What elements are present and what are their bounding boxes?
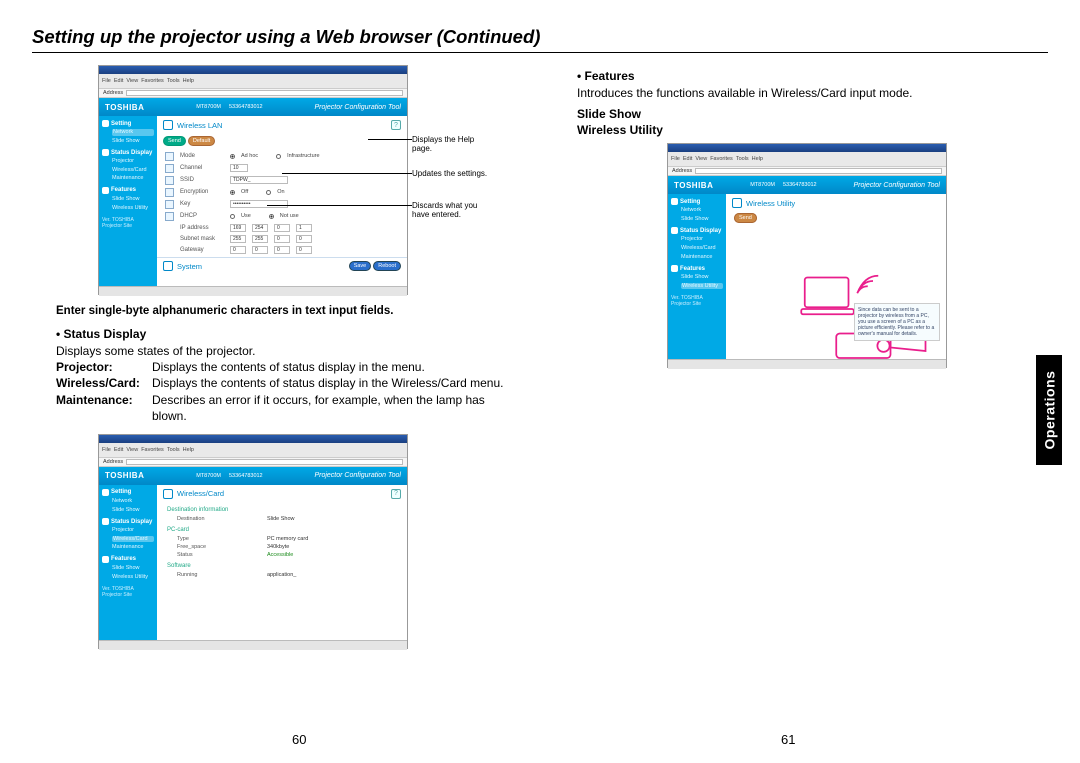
wireless-utility-header: Wireless Utility [577, 123, 1052, 137]
status-display-intro: Displays some states of the projector. [56, 343, 513, 359]
illustration-note: Since data can be sent to a projector by… [854, 303, 940, 341]
page-title: Setting up the projector using a Web bro… [0, 0, 1080, 52]
callout-update: Updates the settings. [412, 169, 487, 178]
right-column: Features Introduces the functions availa… [567, 63, 1052, 649]
status-display-header: Status Display [56, 327, 513, 341]
help-icon[interactable]: ? [391, 489, 401, 499]
status-definitions: Projector:Displays the contents of statu… [56, 359, 513, 424]
section-tab-operations: Operations [1036, 355, 1062, 465]
title-rule [32, 52, 1048, 53]
callout-discard: Discards what you have entered. [412, 201, 477, 219]
default-button[interactable]: Default [188, 136, 215, 146]
send-button[interactable]: Send [163, 136, 186, 146]
screenshot-wireless-lan: FileEditViewFavoritesToolsHelp Address T… [98, 65, 408, 295]
help-icon[interactable]: ? [391, 120, 401, 130]
left-column: FileEditViewFavoritesToolsHelp Address T… [28, 63, 513, 649]
reboot-button[interactable]: Reboot [373, 261, 401, 271]
page-number-left: 60 [292, 732, 306, 747]
screenshot-wireless-card: FileEditViewFavoritesToolsHelp Address T… [98, 434, 408, 649]
slideshow-header: Slide Show [577, 107, 1052, 121]
callout-help: Displays the Help page. [412, 135, 474, 153]
page-number-right: 61 [781, 732, 795, 747]
features-intro: Introduces the functions available in Wi… [577, 85, 1052, 101]
save-button[interactable]: Save [349, 261, 372, 271]
input-note: Enter single-byte alphanumeric character… [56, 305, 513, 317]
screenshot-wireless-utility: FileEditViewFavoritesToolsHelp Address T… [667, 143, 947, 368]
send-button[interactable]: Send [734, 213, 757, 223]
features-header: Features [577, 69, 1052, 83]
